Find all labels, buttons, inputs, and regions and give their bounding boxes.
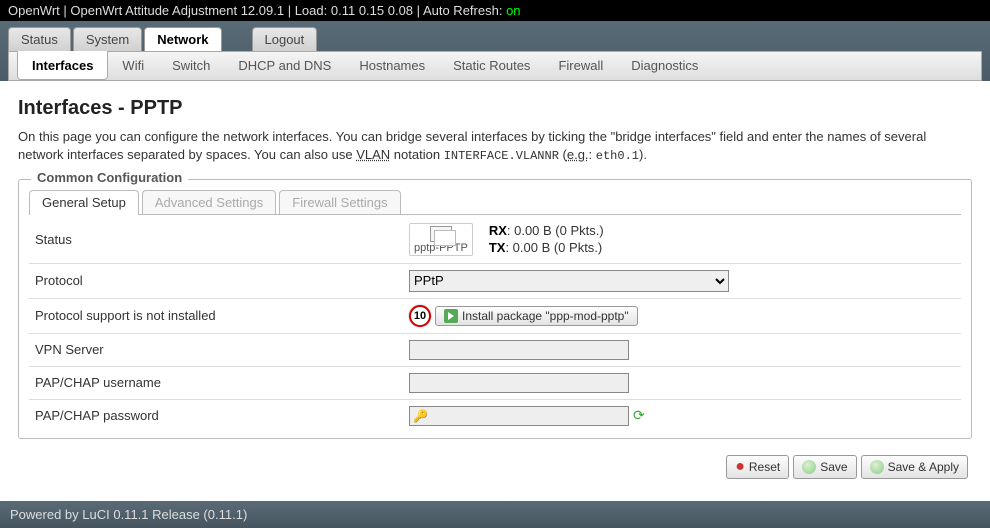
config-tab-general[interactable]: General Setup	[29, 190, 139, 214]
subtab-interfaces[interactable]: Interfaces	[17, 51, 108, 80]
username-label: PAP/CHAP username	[29, 375, 409, 390]
autorefresh-label: Auto Refresh:	[423, 3, 503, 18]
password-label: PAP/CHAP password	[29, 408, 409, 423]
tab-network[interactable]: Network	[144, 27, 221, 51]
main-content: Interfaces - PPTP On this page you can c…	[0, 81, 990, 501]
step-badge-10: 10	[409, 305, 431, 327]
firmware-version: OpenWrt Attitude Adjustment 12.09.1	[70, 3, 284, 18]
load-label: Load:	[295, 3, 328, 18]
autorefresh-state[interactable]: on	[506, 3, 520, 18]
subtab-static-routes[interactable]: Static Routes	[439, 52, 544, 80]
top-bar: OpenWrt | OpenWrt Attitude Adjustment 12…	[0, 0, 990, 21]
traffic-stats: RX: 0.00 B (0 Pkts.) TX: 0.00 B (0 Pkts.…	[489, 223, 604, 257]
status-label: Status	[29, 232, 409, 247]
protocol-missing-label: Protocol support is not installed	[29, 308, 409, 323]
action-buttons: ● Reset Save Save & Apply	[18, 449, 972, 491]
fieldset-legend: Common Configuration	[31, 170, 188, 185]
username-input[interactable]	[409, 373, 629, 393]
reveal-password-icon[interactable]: ⟳	[633, 407, 645, 424]
password-input[interactable]	[409, 406, 629, 426]
install-package-button[interactable]: Install package "ppp-mod-pptp"	[435, 306, 638, 326]
page-description: On this page you can configure the netwo…	[18, 128, 972, 165]
tab-system[interactable]: System	[73, 27, 142, 51]
tab-status[interactable]: Status	[8, 27, 71, 51]
interface-icon	[430, 226, 452, 242]
vpn-server-input[interactable]	[409, 340, 629, 360]
tab-logout[interactable]: Logout	[252, 27, 318, 51]
subtab-hostnames[interactable]: Hostnames	[345, 52, 439, 80]
common-configuration: Common Configuration General Setup Advan…	[18, 179, 972, 439]
sub-nav: Interfaces Wifi Switch DHCP and DNS Host…	[8, 51, 982, 81]
save-apply-button[interactable]: Save & Apply	[861, 455, 968, 479]
hostname: OpenWrt	[8, 3, 60, 18]
row-protocol: Protocol PPtP	[29, 264, 961, 299]
row-protocol-missing: Protocol support is not installed 10 Ins…	[29, 299, 961, 334]
config-tabs: General Setup Advanced Settings Firewall…	[29, 190, 961, 215]
play-icon	[444, 309, 458, 323]
subtab-diagnostics[interactable]: Diagnostics	[617, 52, 712, 80]
vpn-server-label: VPN Server	[29, 342, 409, 357]
reset-icon: ●	[735, 458, 745, 476]
row-username: PAP/CHAP username	[29, 367, 961, 400]
reset-button[interactable]: ● Reset	[726, 455, 789, 479]
config-tab-firewall[interactable]: Firewall Settings	[279, 190, 400, 214]
interface-box: pptp-PPTP	[409, 223, 473, 256]
save-icon	[802, 460, 816, 474]
page-title: Interfaces - PPTP	[18, 97, 972, 120]
page-footer: Powered by LuCI 0.11.1 Release (0.11.1)	[0, 501, 990, 528]
save-apply-icon	[870, 460, 884, 474]
load-values: 0.11 0.15 0.08	[331, 3, 413, 18]
protocol-label: Protocol	[29, 273, 409, 288]
subtab-dhcp[interactable]: DHCP and DNS	[224, 52, 345, 80]
config-tab-advanced[interactable]: Advanced Settings	[142, 190, 276, 214]
key-icon: 🔑	[413, 409, 429, 423]
row-vpn-server: VPN Server	[29, 334, 961, 367]
save-button[interactable]: Save	[793, 455, 856, 479]
main-nav: Status System Network Logout Interfaces …	[0, 21, 990, 81]
subtab-wifi[interactable]: Wifi	[108, 52, 158, 80]
subtab-firewall[interactable]: Firewall	[544, 52, 617, 80]
row-password: PAP/CHAP password 🔑 ⟳	[29, 400, 961, 432]
subtab-switch[interactable]: Switch	[158, 52, 224, 80]
protocol-select[interactable]: PPtP	[409, 270, 729, 292]
row-status: Status pptp-PPTP RX: 0.00 B (0 Pkts.) TX…	[29, 217, 961, 264]
